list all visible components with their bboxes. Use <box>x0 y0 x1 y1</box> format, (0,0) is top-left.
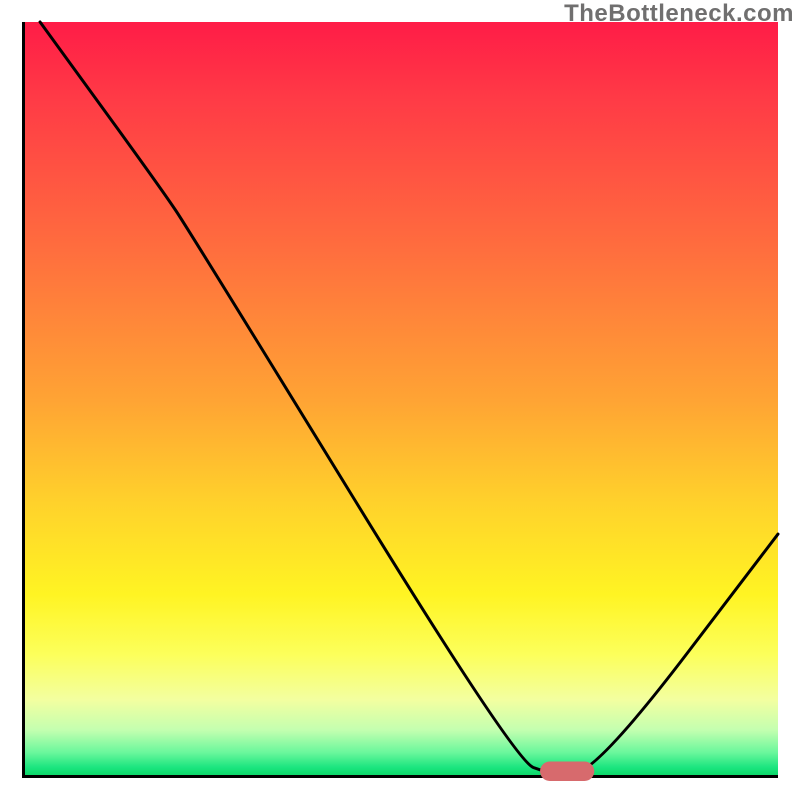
chart-container: TheBottleneck.com <box>0 0 800 800</box>
chart-overlay <box>25 22 778 775</box>
bottleneck-curve <box>40 22 778 773</box>
optimal-marker <box>540 761 594 781</box>
plot-area <box>22 22 778 778</box>
